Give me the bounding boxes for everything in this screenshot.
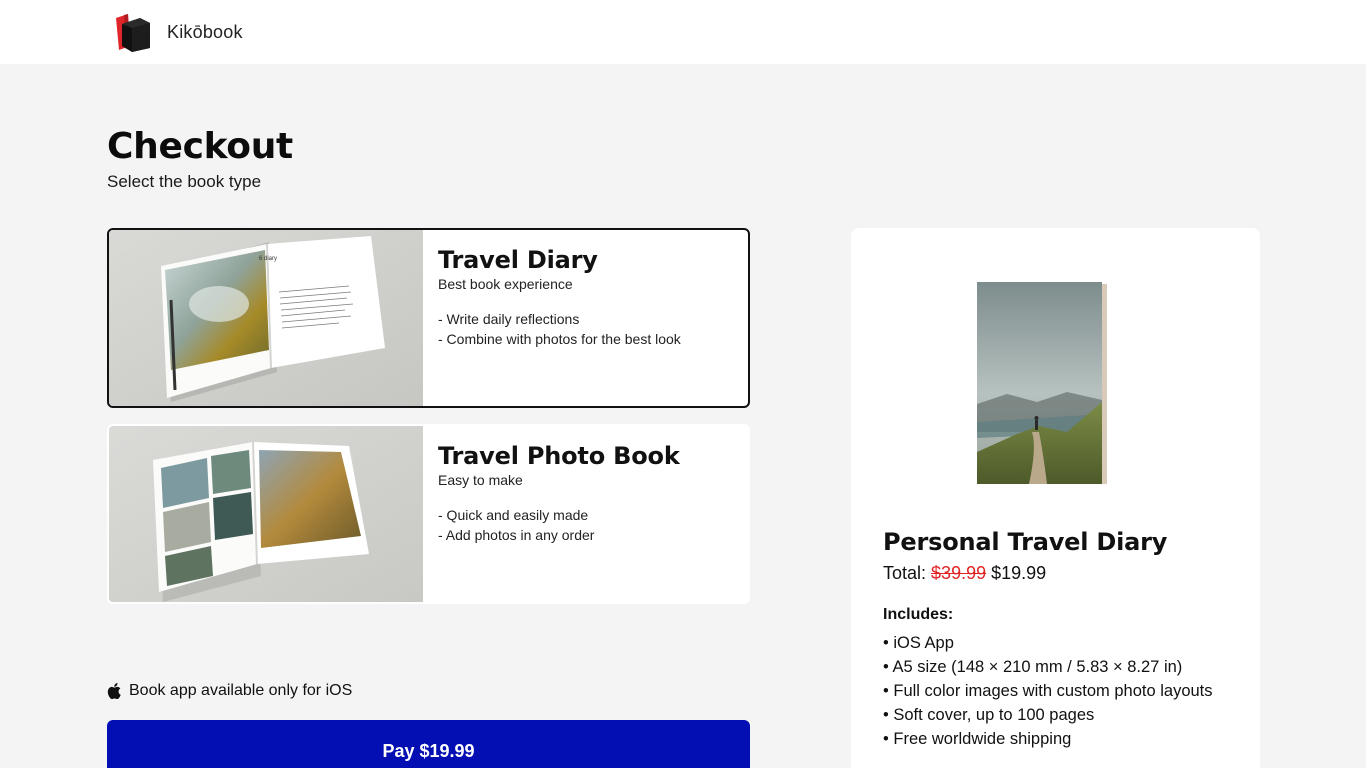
apple-icon: [107, 683, 121, 699]
option-feature: - Add photos in any order: [438, 527, 595, 543]
svg-text:6 diary: 6 diary: [259, 256, 277, 262]
summary-title: Personal Travel Diary: [883, 528, 1168, 556]
open-diary-photo: 6 diary: [109, 230, 423, 406]
option-subtitle: Best book experience: [438, 276, 573, 292]
includes-label: Includes:: [883, 606, 954, 623]
option-feature: - Write daily reflections: [438, 311, 580, 327]
open-photobook-photo: [109, 426, 423, 602]
old-price: $39.99: [931, 563, 987, 583]
option-title: Travel Diary: [438, 246, 598, 274]
books-logo-icon: [116, 14, 150, 52]
top-bar: Kikōbook: [0, 0, 1366, 64]
option-title: Travel Photo Book: [438, 442, 680, 470]
brand-name: Kikōbook: [167, 21, 243, 42]
includes-item: A5 size (148 × 210 mm / 5.83 × 8.27 in): [883, 655, 1213, 679]
includes-item: Free worldwide shipping: [883, 727, 1213, 751]
new-price: $19.99: [991, 563, 1047, 583]
option-feature: - Quick and easily made: [438, 507, 589, 523]
page-title: Checkout: [107, 126, 293, 167]
includes-list: iOS App A5 size (148 × 210 mm / 5.83 × 8…: [883, 631, 1213, 751]
includes-item: iOS App: [883, 631, 1213, 655]
order-summary: Personal Travel Diary Total: $39.99 $19.…: [851, 228, 1260, 768]
total-label: Total:: [883, 563, 927, 583]
pay-button[interactable]: Pay $19.99: [107, 720, 750, 768]
option-feature: - Combine with photos for the best look: [438, 331, 681, 347]
option-subtitle: Easy to make: [438, 472, 523, 488]
includes-item: Full color images with custom photo layo…: [883, 679, 1212, 703]
book-cover-image: [977, 282, 1107, 486]
brand-home-link[interactable]: Kikōbook: [114, 12, 243, 52]
option-travel-diary[interactable]: 6 diary Travel Diary Best book experienc…: [107, 228, 750, 408]
summary-total: Total: $39.99 $19.99: [883, 563, 1046, 584]
page-subtitle: Select the book type: [107, 172, 262, 191]
ios-note-text: Book app available only for iOS: [129, 682, 353, 699]
ios-availability-note: Book app available only for iOS: [107, 682, 352, 700]
option-travel-photo-book[interactable]: Travel Photo Book Easy to make - Quick a…: [107, 424, 750, 604]
includes-item: Soft cover, up to 100 pages: [883, 703, 1213, 727]
